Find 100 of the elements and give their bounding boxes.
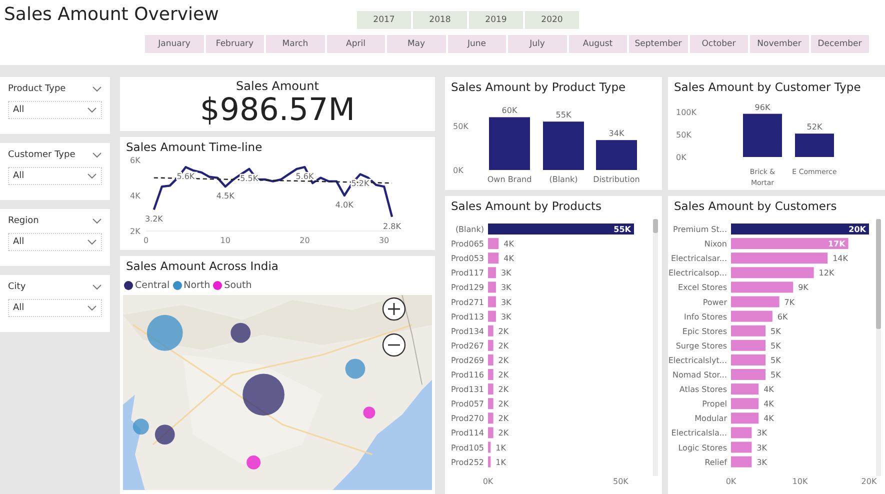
data-label: 2K xyxy=(498,341,509,350)
data-label: 5K xyxy=(770,341,781,350)
category-label: Power xyxy=(702,298,727,307)
bar xyxy=(488,442,491,453)
category-label: Own Brand xyxy=(487,175,532,184)
slicer-label: Region xyxy=(8,216,39,226)
chart-title: Sales Amount by Customers xyxy=(673,198,838,214)
category-label: Prod269 xyxy=(450,356,484,365)
category-label: Logic Stores xyxy=(678,443,727,452)
data-label: 5K xyxy=(770,326,781,336)
year-button[interactable]: 2017 xyxy=(357,11,411,29)
axis-label: 0K xyxy=(726,477,736,486)
axis-label: 20 xyxy=(300,236,310,245)
bar xyxy=(731,340,766,351)
month-button[interactable]: February xyxy=(206,35,264,53)
month-button[interactable]: July xyxy=(508,35,566,53)
year-button[interactable]: 2018 xyxy=(413,11,467,29)
data-label: 2K xyxy=(498,414,509,424)
data-label: 60K xyxy=(502,106,518,116)
data-label: 2K xyxy=(498,400,509,409)
bar xyxy=(488,282,496,293)
axis-label: 4K xyxy=(130,191,140,200)
scrollbar[interactable] xyxy=(653,219,658,476)
bar xyxy=(488,398,494,410)
axis-label: 0K xyxy=(482,477,494,486)
data-label: 3K xyxy=(756,443,768,452)
axis-label: 100K xyxy=(676,108,697,117)
dropdown[interactable]: All xyxy=(8,167,102,185)
month-button[interactable]: May xyxy=(387,35,446,53)
month-button[interactable]: January xyxy=(145,35,204,53)
month-button[interactable]: March xyxy=(266,35,324,53)
category-label: (Blank) xyxy=(549,175,578,184)
data-label: 3.2K xyxy=(144,214,163,224)
data-label: 9K xyxy=(798,283,808,292)
bar xyxy=(731,310,772,322)
bar xyxy=(795,134,834,157)
month-button[interactable]: December xyxy=(810,35,869,53)
data-label: 96K xyxy=(754,102,770,112)
bar xyxy=(731,369,766,380)
category-label: Prod271 xyxy=(450,298,484,307)
data-label: 2K xyxy=(498,326,509,336)
data-label: 3K xyxy=(500,283,512,292)
category-label: Prod131 xyxy=(450,385,484,394)
category-label: Excel Stores xyxy=(678,283,727,292)
axis-label: 50K xyxy=(613,477,628,486)
category-label: Prod116 xyxy=(450,370,484,380)
month-button[interactable]: August xyxy=(568,35,627,53)
month-button[interactable]: October xyxy=(690,35,748,53)
category-label: Prod065 xyxy=(450,240,484,249)
data-label: 52K xyxy=(806,122,822,132)
data-label: 2.8K xyxy=(383,221,401,230)
data-label: 2K xyxy=(498,356,509,365)
data-label: 34K xyxy=(608,129,624,138)
kpi-value: $986.57M xyxy=(200,93,355,127)
data-label: 4.5K xyxy=(216,191,234,200)
axis-label: 0K xyxy=(453,166,464,175)
bar xyxy=(488,369,494,380)
data-label: 1K xyxy=(496,458,506,467)
year-button[interactable]: 2019 xyxy=(469,11,523,29)
scrollbar[interactable] xyxy=(876,219,881,476)
dropdown[interactable]: All xyxy=(8,101,102,119)
slicer-label: Product Type xyxy=(8,84,66,94)
dropdown[interactable]: All xyxy=(8,299,102,317)
data-label: 55K xyxy=(614,225,631,234)
month-button[interactable]: April xyxy=(326,35,385,53)
month-button[interactable]: June xyxy=(448,35,506,53)
chevron-icon xyxy=(92,152,102,158)
bar xyxy=(731,427,752,438)
chart-title: Sales Amount by Products xyxy=(450,198,603,214)
year-button[interactable]: 2020 xyxy=(525,11,579,29)
month-button[interactable]: September xyxy=(629,35,688,53)
chevron-icon xyxy=(87,239,97,245)
data-label: 3K xyxy=(500,298,512,307)
axis-label: 6K xyxy=(130,156,140,165)
bar xyxy=(731,296,780,308)
category-label: Premium St... xyxy=(673,225,727,234)
bar xyxy=(489,117,530,170)
data-label: 55K xyxy=(556,110,572,120)
bar xyxy=(488,267,496,278)
data-label: 2K xyxy=(498,385,509,394)
axis-label: 30 xyxy=(378,236,390,245)
category-label: Prod134 xyxy=(450,326,484,336)
data-label: 7K xyxy=(784,298,795,307)
bar xyxy=(488,310,496,322)
zoom-out-icon[interactable] xyxy=(382,332,406,357)
data-label: 3K xyxy=(500,312,512,322)
bar xyxy=(731,412,759,424)
category-label: Distribution xyxy=(593,175,640,184)
zoom-in-icon[interactable] xyxy=(382,296,406,321)
category-label: Prod267 xyxy=(450,341,484,350)
data-label: 4K xyxy=(764,414,774,424)
dropdown[interactable]: All xyxy=(8,233,102,251)
category-label: Prod117 xyxy=(450,268,484,278)
data-label: 2K xyxy=(498,370,509,380)
bar xyxy=(731,325,766,336)
data-label: 14K xyxy=(832,254,848,264)
bar xyxy=(488,325,494,336)
data-label: 20K xyxy=(848,225,866,234)
month-button[interactable]: November xyxy=(750,35,808,53)
category-label: Prod057 xyxy=(450,400,484,409)
